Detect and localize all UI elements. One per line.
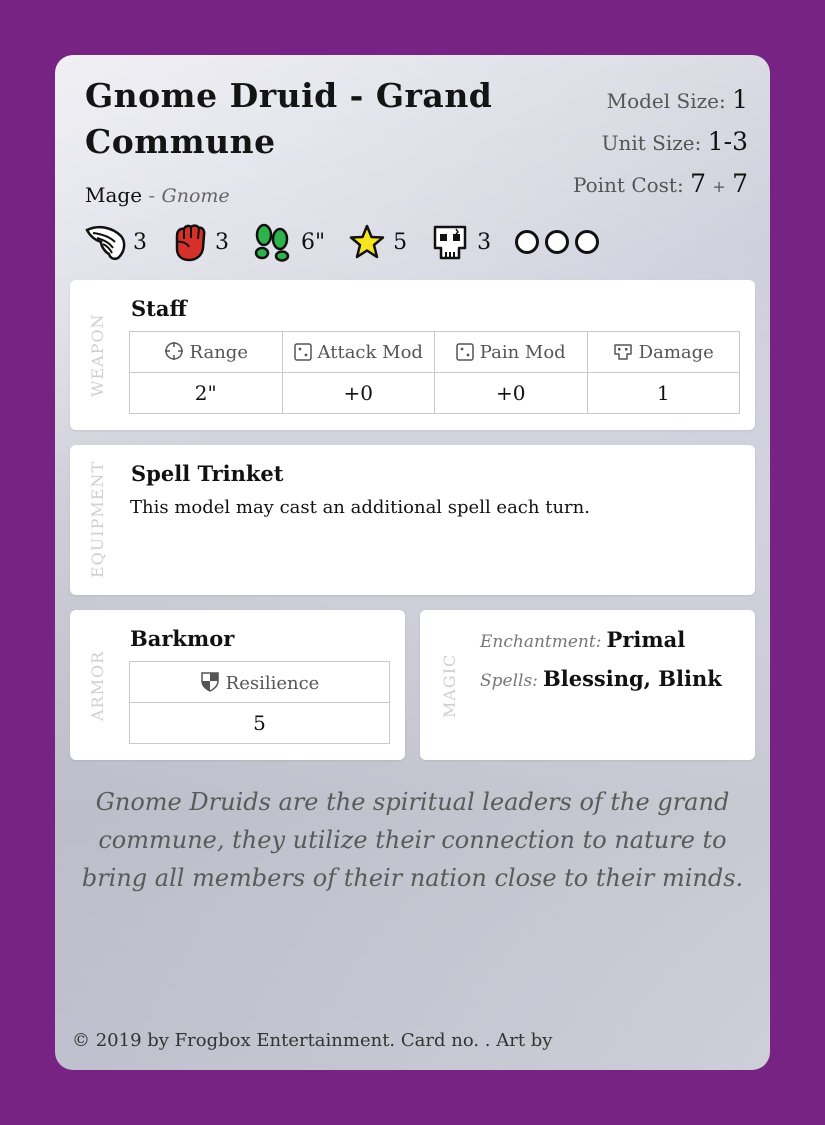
weapon-header-attack-mod: Attack Mod <box>281 331 435 373</box>
equipment-section-label: EQUIPMENT <box>88 460 107 578</box>
stat-wounds: 3 <box>429 222 491 262</box>
armor-section-label: ARMOR <box>88 650 107 721</box>
wing-icon <box>85 222 127 262</box>
unit-class: Mage <box>85 183 143 207</box>
stat-melee: 3 <box>169 222 229 262</box>
weapon-header-pain-mod: Pain Mod <box>434 331 588 373</box>
weapon-range-value: 2" <box>129 372 283 414</box>
armor-resilience-value: 5 <box>129 702 390 744</box>
unit-size: Unit Size: 1-3 <box>573 127 748 169</box>
wound-circle <box>515 230 540 254</box>
enchantment-value: Primal <box>606 627 686 652</box>
point-cost-label: Point Cost: <box>572 173 684 197</box>
fist-icon <box>169 222 209 262</box>
star-icon <box>347 222 387 262</box>
stat-flight: 3 <box>85 222 147 262</box>
spells-label: Spells: <box>480 671 538 691</box>
weapon-header-pain-mod-label: Pain Mod <box>479 341 566 363</box>
weapon-name: Staff <box>131 296 187 321</box>
die-icon <box>293 342 312 361</box>
point-cost-plus: + <box>712 177 726 196</box>
stat-wounds-value: 3 <box>477 229 492 255</box>
weapon-header-attack-mod-label: Attack Mod <box>317 341 423 363</box>
enchantment-row: Enchantment: Primal <box>480 627 685 652</box>
armor-panel: ARMOR Barkmor Resilience 5 <box>70 610 405 760</box>
weapon-header-range: Range <box>129 331 283 373</box>
weapon-header-damage-label: Damage <box>638 341 714 363</box>
footprints-icon <box>251 222 293 262</box>
stat-speed: 6" <box>251 222 325 262</box>
weapon-section-label: WEAPON <box>88 313 107 397</box>
weapon-pain-mod-value: +0 <box>434 372 588 414</box>
spells-row: Spells: Blessing, Blink <box>480 666 722 691</box>
enchantment-label: Enchantment: <box>480 632 602 652</box>
model-size: Model Size: 1 <box>573 85 748 127</box>
card-meta: Model Size: 1 Unit Size: 1-3 Point Cost:… <box>573 85 748 211</box>
subtitle-separator: - <box>148 183 156 207</box>
stat-will: 5 <box>347 222 407 262</box>
unit-card: Gnome Druid - Grand Commune Mage - Gnome… <box>55 55 770 1070</box>
armor-header-resilience: Resilience <box>129 661 390 703</box>
die-icon <box>456 342 474 361</box>
weapon-attack-mod-value: +0 <box>281 372 435 414</box>
magic-panel: MAGIC Enchantment: Primal Spells: Blessi… <box>420 610 755 760</box>
stat-flight-value: 3 <box>133 229 147 255</box>
card-subtitle: Mage - Gnome <box>85 183 230 207</box>
weapon-header-damage: Damage <box>586 331 740 373</box>
equipment-text: This model may cast an additional spell … <box>130 497 590 518</box>
weapon-stats-table: Range Attack Mod Pain Mod Damage 2" +0 +… <box>129 331 740 414</box>
wound-tracker <box>515 230 605 254</box>
equipment-panel: EQUIPMENT Spell Trinket This model may c… <box>70 445 755 595</box>
stat-speed-value: 6" <box>301 229 326 255</box>
model-size-label: Model Size: <box>606 89 726 113</box>
stat-melee-value: 3 <box>215 229 229 255</box>
armor-header-label: Resilience <box>225 673 320 694</box>
weapon-header-range-label: Range <box>189 342 248 363</box>
flavor-text: Gnome Druids are the spiritual leaders o… <box>81 788 744 892</box>
spells-value: Blessing, Blink <box>543 666 722 691</box>
stat-will-value: 5 <box>393 229 408 255</box>
weapon-panel: WEAPON Staff Range Attack Mod Pain Mod D… <box>70 280 755 430</box>
shield-icon <box>200 672 219 692</box>
magic-section-label: MAGIC <box>440 653 459 718</box>
armor-stats-table: Resilience 5 <box>129 661 390 744</box>
armor-name: Barkmor <box>130 626 235 651</box>
copyright-footer: © 2019 by Frogbox Entertainment. Card no… <box>72 1030 553 1051</box>
crosshair-icon <box>164 342 183 360</box>
equipment-name: Spell Trinket <box>131 461 284 486</box>
skull-icon <box>429 222 471 262</box>
unit-size-value: 1-3 <box>707 127 748 156</box>
point-cost: Point Cost: 7 + 7 <box>573 169 748 211</box>
stat-bar: 3 3 6" 5 3 <box>85 220 605 264</box>
unit-faction: Gnome <box>161 185 230 207</box>
chip-icon <box>613 343 632 360</box>
unit-size-label: Unit Size: <box>601 131 702 155</box>
point-cost-extra: 7 <box>732 169 748 198</box>
model-size-value: 1 <box>732 85 748 114</box>
point-cost-base: 7 <box>690 169 706 198</box>
card-title: Gnome Druid - Grand Commune <box>85 76 493 161</box>
wound-circle <box>545 230 570 254</box>
weapon-damage-value: 1 <box>586 372 740 414</box>
wound-circle <box>575 230 600 254</box>
